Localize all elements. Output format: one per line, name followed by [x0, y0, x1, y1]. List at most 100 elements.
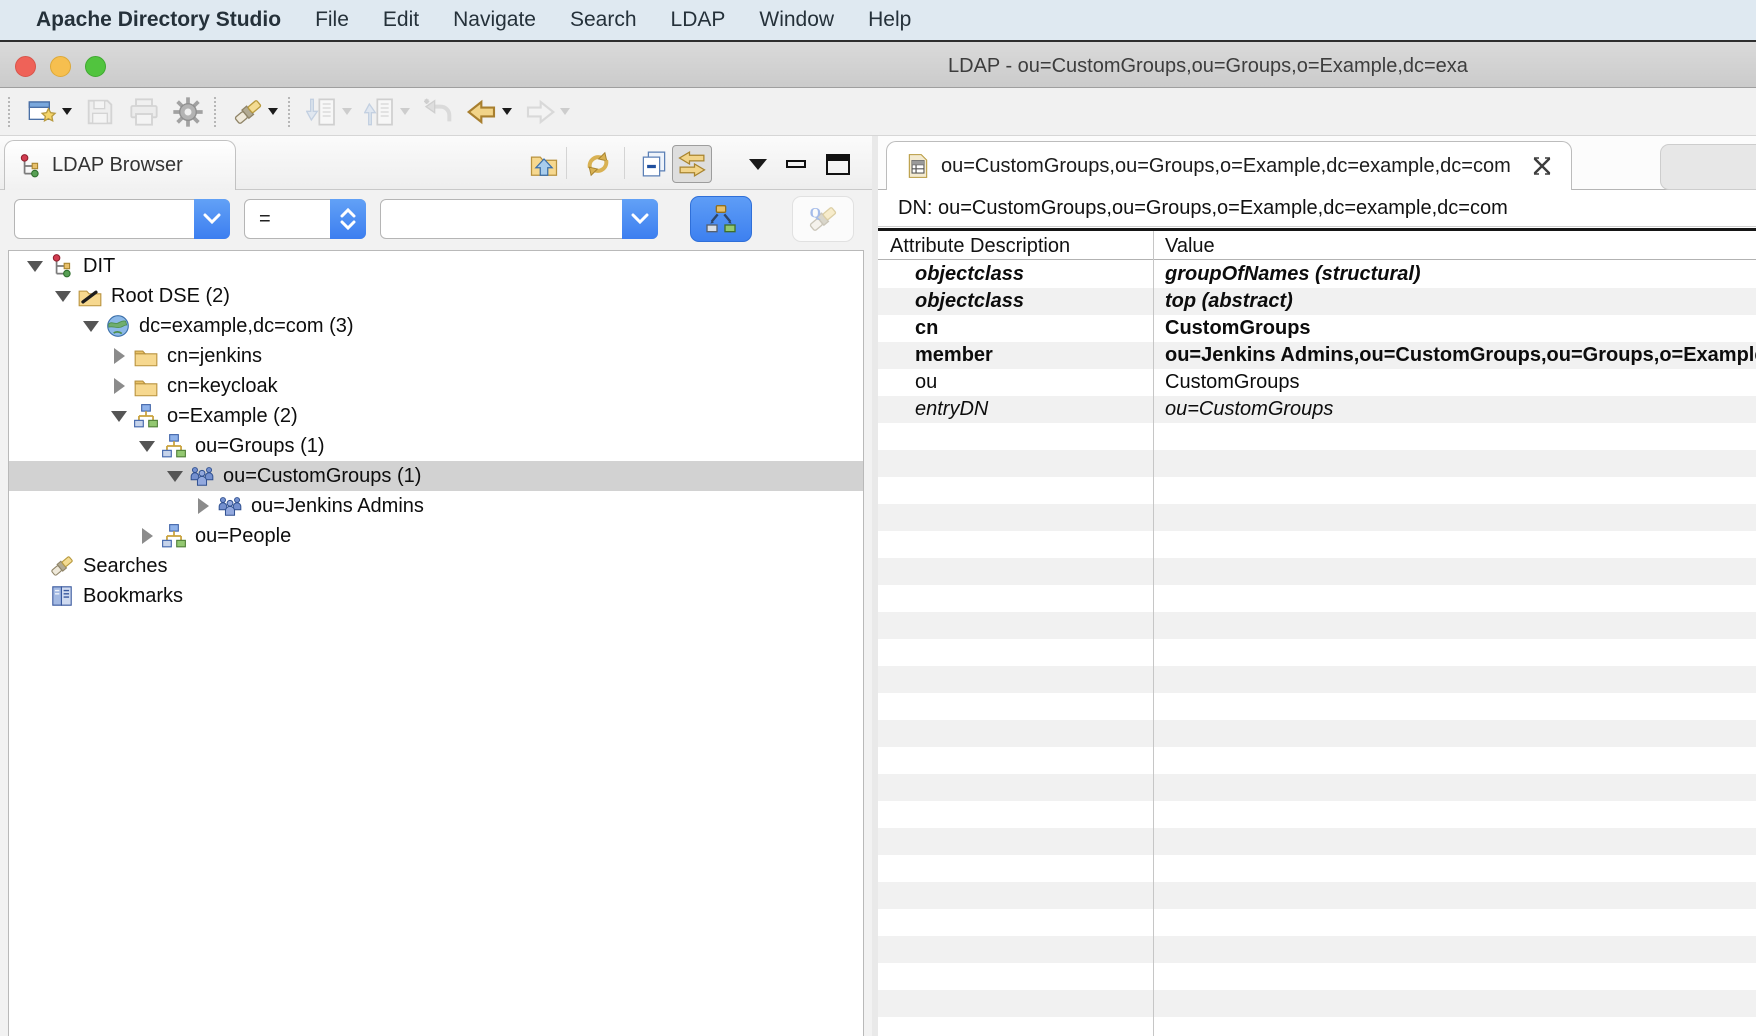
expander-closed-icon[interactable]: [135, 528, 159, 544]
import-button[interactable]: [303, 93, 355, 131]
attribute-row-empty: [878, 504, 1756, 531]
column-attribute-description[interactable]: Attribute Description: [890, 232, 1070, 260]
attribute-value[interactable]: CustomGroups: [1165, 315, 1756, 342]
tree-item-searches[interactable]: Searches: [9, 551, 863, 581]
view-menu-button[interactable]: [738, 145, 778, 183]
tree-item-ou-groups-1[interactable]: ou=Groups (1): [9, 431, 863, 461]
column-divider[interactable]: [1153, 231, 1154, 1036]
expander-open-icon[interactable]: [51, 291, 75, 302]
attribute-name[interactable]: entryDN: [915, 396, 1145, 423]
filter-operator-combo[interactable]: =: [244, 199, 366, 239]
attribute-value[interactable]: CustomGroups: [1165, 369, 1756, 396]
close-tab-icon[interactable]: [1531, 155, 1553, 177]
tree-item-root-dse-2[interactable]: Root DSE (2): [9, 281, 863, 311]
attribute-name[interactable]: objectclass: [915, 288, 1145, 315]
dropdown-caret-icon[interactable]: [62, 108, 72, 115]
attribute-row-empty: [878, 639, 1756, 666]
tree-item-dit[interactable]: DIT: [9, 251, 863, 281]
attribute-value[interactable]: ou=Jenkins Admins,ou=CustomGroups,ou=Gro…: [1165, 342, 1756, 369]
back-new-button[interactable]: [419, 93, 457, 131]
zoom-window-button[interactable]: [85, 56, 106, 77]
print-button[interactable]: [125, 93, 163, 131]
menu-item-help[interactable]: Help: [868, 8, 911, 31]
minimize-window-button[interactable]: [50, 56, 71, 77]
flashlight-icon: [49, 553, 75, 579]
tab-entry-editor[interactable]: ou=CustomGroups,ou=Groups,o=Example,dc=e…: [886, 141, 1572, 190]
attribute-value[interactable]: groupOfNames (structural): [1165, 261, 1756, 288]
attribute-row-entryDN[interactable]: entryDN ou=CustomGroups: [878, 396, 1756, 423]
tree-item-ou-people[interactable]: ou=People: [9, 521, 863, 551]
link-with-editor-button[interactable]: [672, 145, 712, 183]
attribute-value[interactable]: top (abstract): [1165, 288, 1756, 315]
new-connection-button[interactable]: [23, 93, 75, 131]
refresh-button[interactable]: [578, 145, 618, 183]
stepper-icon[interactable]: [330, 199, 366, 239]
menu-item-window[interactable]: Window: [759, 8, 834, 31]
expander-open-icon[interactable]: [135, 441, 159, 452]
toolbar-separator: [214, 97, 222, 127]
tree-item-label: dc=example,dc=com (3): [139, 315, 354, 338]
menu-item-search[interactable]: Search: [570, 8, 637, 31]
attribute-name[interactable]: member: [915, 342, 1145, 369]
attribute-value[interactable]: ou=CustomGroups: [1165, 396, 1756, 423]
attribute-row-cn[interactable]: cn CustomGroups: [878, 315, 1756, 342]
expander-open-icon[interactable]: [163, 471, 187, 482]
filter-attribute-combo[interactable]: [14, 199, 230, 239]
dropdown-caret-icon[interactable]: [268, 108, 278, 115]
attribute-row-objectclass[interactable]: objectclass top (abstract): [878, 288, 1756, 315]
export-doc-icon: [364, 96, 396, 128]
expander-closed-icon[interactable]: [107, 348, 131, 364]
collapse-all-button[interactable]: [634, 145, 674, 183]
tree-item-o-example-2[interactable]: o=Example (2): [9, 401, 863, 431]
attribute-name[interactable]: cn: [915, 315, 1145, 342]
close-window-button[interactable]: [15, 56, 36, 77]
tab-ldap-browser[interactable]: LDAP Browser: [4, 140, 236, 190]
menu-app-name[interactable]: Apache Directory Studio: [36, 8, 281, 32]
dropdown-caret-icon[interactable]: [502, 108, 512, 115]
chevron-down-icon[interactable]: [622, 199, 658, 239]
editor-toolbar-area: [1660, 144, 1756, 190]
expander-closed-icon[interactable]: [107, 378, 131, 394]
tree-item-bookmarks[interactable]: Bookmarks: [9, 581, 863, 611]
tree-item-cn-jenkins[interactable]: cn=jenkins: [9, 341, 863, 371]
forward-button[interactable]: [521, 93, 573, 131]
hierarchy-filter-button[interactable]: [690, 196, 752, 242]
filter-value-combo[interactable]: [380, 199, 658, 239]
expander-open-icon[interactable]: [107, 411, 131, 422]
forward-arrow-icon: [524, 96, 556, 128]
search-button[interactable]: [229, 93, 281, 131]
chevron-down-icon[interactable]: [194, 199, 230, 239]
menu-item-navigate[interactable]: Navigate: [453, 8, 536, 31]
attribute-row-ou[interactable]: ou CustomGroups: [878, 369, 1756, 396]
column-value[interactable]: Value: [1165, 232, 1215, 260]
dropdown-caret-icon[interactable]: [560, 108, 570, 115]
menu-item-file[interactable]: File: [315, 8, 349, 31]
tree-item-cn-keycloak[interactable]: cn=keycloak: [9, 371, 863, 401]
back-button[interactable]: [463, 93, 515, 131]
tree-item-label: DIT: [83, 255, 115, 278]
menu-item-ldap[interactable]: LDAP: [671, 8, 726, 31]
export-button[interactable]: [361, 93, 413, 131]
maximize-button[interactable]: [818, 145, 858, 183]
svg-text:Q: Q: [810, 206, 821, 222]
expander-open-icon[interactable]: [23, 261, 47, 272]
minimize-button[interactable]: [776, 145, 816, 183]
settings-button[interactable]: [169, 93, 207, 131]
save-button[interactable]: [81, 93, 119, 131]
quick-search-button[interactable]: Q: [792, 196, 854, 242]
dropdown-caret-icon[interactable]: [342, 108, 352, 115]
up-to-parent-button[interactable]: [524, 145, 564, 183]
menu-item-edit[interactable]: Edit: [383, 8, 419, 31]
attribute-row-objectclass[interactable]: objectclass groupOfNames (structural): [878, 261, 1756, 288]
tree-item-dc-example-dc-com-3[interactable]: dc=example,dc=com (3): [9, 311, 863, 341]
dropdown-caret-icon[interactable]: [400, 108, 410, 115]
attribute-row-member[interactable]: member ou=Jenkins Admins,ou=CustomGroups,…: [878, 342, 1756, 369]
tree-item-ou-customgroups-1[interactable]: ou=CustomGroups (1): [9, 461, 863, 491]
expander-closed-icon[interactable]: [191, 498, 215, 514]
attribute-name[interactable]: ou: [915, 369, 1145, 396]
expander-open-icon[interactable]: [79, 321, 103, 332]
attribute-row-empty: [878, 855, 1756, 882]
tree-item-ou-jenkins-admins[interactable]: ou=Jenkins Admins: [9, 491, 863, 521]
refresh-icon: [583, 149, 613, 179]
attribute-name[interactable]: objectclass: [915, 261, 1145, 288]
